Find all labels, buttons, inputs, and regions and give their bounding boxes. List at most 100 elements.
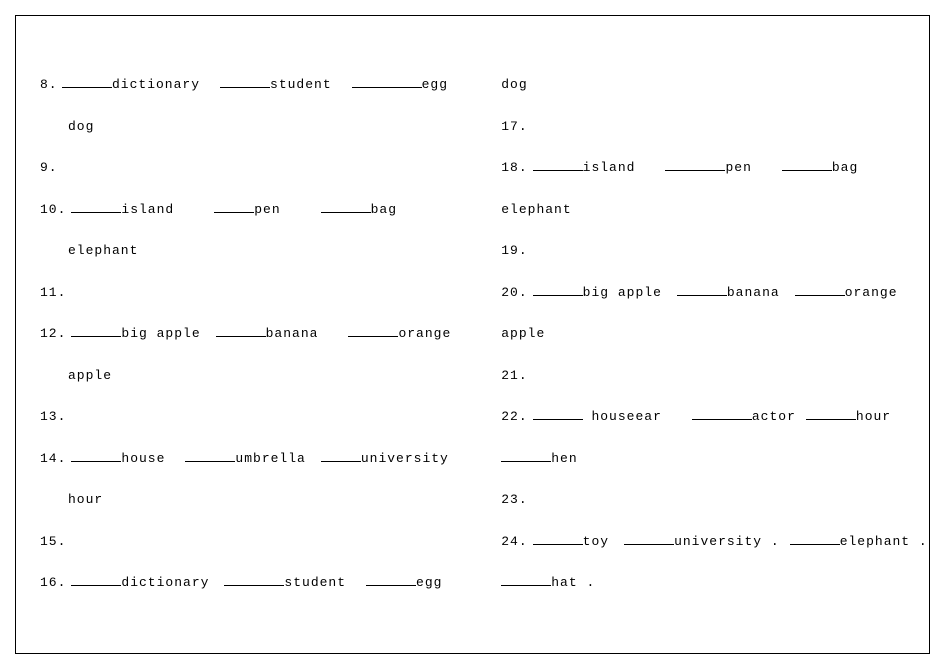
exercise-line: apple [40,366,451,386]
fill-blank[interactable] [216,325,266,337]
line-number: 8. [40,75,62,95]
word-text: toy [583,534,609,549]
fill-blank[interactable] [692,408,752,420]
fill-blank[interactable] [501,450,551,462]
line-number: 24. [501,532,527,552]
fill-blank[interactable] [185,450,235,462]
exercise-line: 18. island pen bag [501,158,927,178]
fill-blank[interactable] [321,201,371,213]
word-text: elephant [68,243,138,258]
left-column: 8. dictionary student egg dog 9. 10. island pe… [15,15,476,654]
word-text: hour [68,492,103,507]
fill-blank[interactable] [224,574,284,586]
line-number: 20. [501,283,527,303]
word-text: student [284,575,346,590]
word-text: orange [845,285,898,300]
exercise-line: 12.big applebananaorange [40,324,451,344]
fill-blank[interactable] [533,533,583,545]
fill-blank[interactable] [71,450,121,462]
word-text: elephant . [840,534,928,549]
line-number: 18. [501,158,527,178]
exercise-line: 15. [40,532,451,552]
line-number: 15. [40,532,66,552]
exercise-line: dog [40,117,451,137]
word-text: umbrella [235,451,305,466]
word-text: house [121,451,165,466]
word-text: pen [254,202,280,217]
word-text: university [361,451,449,466]
word-text: student [270,77,332,92]
exercise-line: 17. [501,117,927,137]
exercise-line: 23. [501,490,927,510]
word-text: egg [416,575,442,590]
exercise-line: 19. [501,241,927,261]
exercise-line: 16. dictionary student egg [40,573,451,593]
fill-blank[interactable] [533,284,583,296]
fill-blank[interactable] [352,76,422,88]
fill-blank[interactable] [782,159,832,171]
word-text: dog [68,119,94,134]
exercise-line: 22. houseearactorhour [501,407,927,427]
line-number: 13. [40,407,66,427]
exercise-line: hour [40,490,451,510]
exercise-line: dog [501,75,927,95]
line-number: 21. [501,366,527,386]
fill-blank[interactable] [71,325,121,337]
right-column: dog 17. 18. island pen bag elephant 19. 20. big a… [476,15,945,654]
word-text: banana [727,285,780,300]
word-text: dictionary [112,77,200,92]
word-text: university . [674,534,780,549]
fill-blank[interactable] [533,159,583,171]
fill-blank[interactable] [795,284,845,296]
word-text: bag [371,202,397,217]
word-text: dog [501,77,527,92]
line-number: 17. [501,117,527,137]
exercise-line: 13. [40,407,451,427]
exercise-line: 21. [501,366,927,386]
word-text: houseear [583,409,662,424]
word-text: big apple [583,285,662,300]
line-number: 10. [40,200,66,220]
exercise-line: elephant [40,241,451,261]
exercise-line: 24. toy university . elephant . [501,532,927,552]
fill-blank[interactable] [71,574,121,586]
exercise-line: elephant [501,200,927,220]
fill-blank[interactable] [790,533,840,545]
fill-blank[interactable] [220,76,270,88]
word-text: egg [422,77,448,92]
word-text: elephant [501,202,571,217]
fill-blank[interactable] [806,408,856,420]
fill-blank[interactable] [62,76,112,88]
exercise-line: hen [501,449,927,469]
word-text: hat . [551,575,595,590]
fill-blank[interactable] [71,201,121,213]
fill-blank[interactable] [214,201,254,213]
word-text: pen [725,160,751,175]
line-number: 16. [40,573,66,593]
line-number: 9. [40,158,62,178]
fill-blank[interactable] [501,574,551,586]
exercise-line: 9. [40,158,451,178]
word-text: hour [856,409,891,424]
line-number: 22. [501,407,527,427]
word-text: big apple [121,326,200,341]
word-text: apple [501,326,545,341]
exercise-line: 11. [40,283,451,303]
fill-blank[interactable] [624,533,674,545]
word-text: apple [68,368,112,383]
fill-blank[interactable] [366,574,416,586]
word-text: dictionary [121,575,209,590]
fill-blank[interactable] [348,325,398,337]
fill-blank[interactable] [533,408,583,420]
exercise-line: 14.houseumbrellauniversity [40,449,451,469]
fill-blank[interactable] [321,450,361,462]
fill-blank[interactable] [677,284,727,296]
fill-blank[interactable] [665,159,725,171]
word-text: banana [266,326,319,341]
line-number: 23. [501,490,527,510]
word-text: bag [832,160,858,175]
exercise-line: 8. dictionary student egg [40,75,451,95]
word-text: island [583,160,636,175]
line-number: 12. [40,324,66,344]
word-text: island [121,202,174,217]
